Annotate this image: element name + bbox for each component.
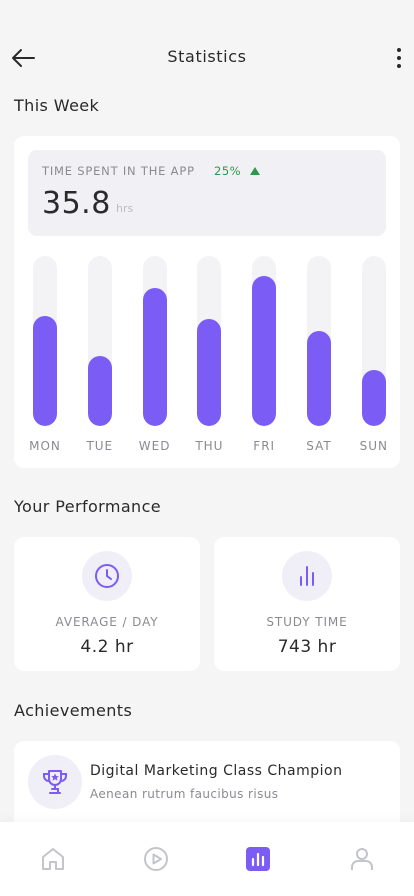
bar-tue: TUE: [77, 256, 123, 466]
bar-sun: SUN: [351, 256, 397, 466]
trend-up-icon: [250, 167, 260, 175]
header: Statistics: [0, 36, 414, 80]
bar-track: [361, 256, 386, 426]
time-spent-panel: TIME SPENT IN THE APP 25% 35.8 hrs: [28, 150, 386, 236]
bar-fri: FRI: [241, 256, 287, 466]
weekly-stats-card: TIME SPENT IN THE APP 25% 35.8 hrs MON TU…: [14, 136, 400, 468]
bar-chart-icon: [282, 551, 332, 601]
trophy-icon: [28, 755, 82, 809]
bar-label: MON: [29, 439, 61, 453]
perf-value: 4.2 hr: [80, 637, 134, 657]
bar-label: FRI: [253, 439, 276, 453]
more-options-icon[interactable]: [394, 46, 404, 70]
bar-wed: WED: [132, 256, 178, 466]
bar-track: [87, 256, 112, 426]
bar-label: TUE: [86, 439, 114, 453]
perf-label: AVERAGE / DAY: [55, 615, 159, 629]
bar-fill-thu: [197, 318, 222, 426]
page-title: Statistics: [167, 47, 247, 66]
bar-label: WED: [138, 439, 171, 453]
weekly-bar-chart: MON TUE WED THU FRI SAT SUN: [14, 256, 400, 466]
bar-fill-mon: [33, 315, 57, 426]
section-title-performance: Your Performance: [14, 497, 162, 516]
section-title-this-week: This Week: [14, 96, 100, 115]
study-time-card[interactable]: STUDY TIME 743 hr: [214, 537, 400, 671]
bar-fill-wed: [142, 288, 167, 426]
bar-fill-tue: [87, 356, 112, 426]
bar-track: [33, 256, 57, 426]
time-spent-label: TIME SPENT IN THE APP: [42, 164, 195, 178]
statistics-icon[interactable]: [246, 847, 270, 871]
time-spent-unit: hrs: [116, 202, 134, 215]
achievement-subtitle: Aenean rutrum faucibus risus: [90, 787, 279, 801]
bar-label: SAT: [306, 439, 332, 453]
bar-thu: THU: [186, 256, 232, 466]
section-title-achievements: Achievements: [14, 701, 133, 720]
bar-fill-sun: [361, 369, 386, 426]
bar-label: SUN: [359, 439, 388, 453]
bar-track: [252, 256, 277, 426]
bar-track: [142, 256, 167, 426]
bar-track: [307, 256, 331, 426]
bar-fill-sat: [307, 330, 331, 426]
average-per-day-card[interactable]: AVERAGE / DAY 4.2 hr: [14, 537, 200, 671]
bar-label: THU: [195, 439, 224, 453]
play-icon[interactable]: [143, 846, 169, 872]
perf-label: STUDY TIME: [266, 615, 348, 629]
bar-sat: SAT: [296, 256, 342, 466]
bar-fill-fri: [252, 276, 277, 426]
profile-icon[interactable]: [349, 846, 375, 872]
bar-track: [197, 256, 222, 426]
achievement-card[interactable]: Digital Marketing Class Champion Aenean …: [14, 741, 400, 831]
clock-icon: [82, 551, 132, 601]
time-spent-value: 35.8: [42, 186, 111, 221]
bar-mon: MON: [22, 256, 68, 466]
achievement-title: Digital Marketing Class Champion: [90, 763, 343, 779]
time-spent-change: 25%: [214, 164, 242, 178]
perf-value: 743 hr: [277, 637, 337, 657]
home-icon[interactable]: [40, 846, 66, 872]
bottom-tab-bar: [0, 822, 414, 896]
